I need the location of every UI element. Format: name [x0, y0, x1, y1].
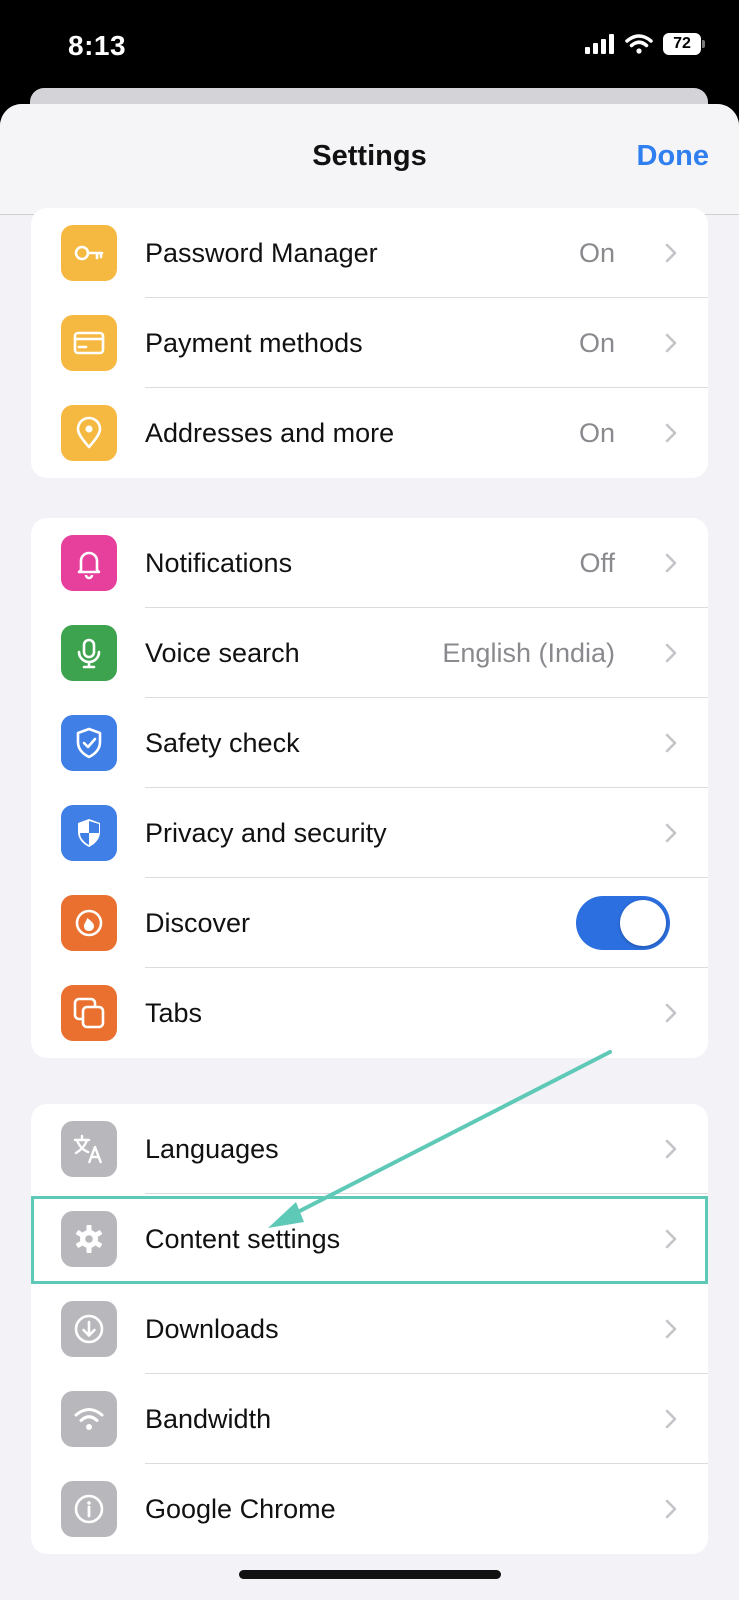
row-label: Downloads — [145, 1313, 279, 1344]
row-label: Password Manager — [145, 237, 378, 268]
shield-half-icon — [61, 805, 117, 861]
chevron-right-icon — [665, 333, 677, 353]
row-content-settings[interactable]: Content settings — [31, 1194, 708, 1284]
chevron-right-icon — [665, 1319, 677, 1339]
microphone-icon — [61, 625, 117, 681]
tabs-icon — [61, 985, 117, 1041]
row-label: Privacy and security — [145, 817, 387, 848]
row-label: Languages — [145, 1133, 279, 1164]
row-value: On — [578, 237, 615, 268]
row-label: Bandwidth — [145, 1403, 272, 1434]
chevron-right-icon — [665, 1409, 677, 1429]
row-value: English (India) — [442, 637, 615, 668]
row-tabs[interactable]: Tabs — [31, 968, 708, 1058]
status-bar: 8:13 72 — [0, 0, 739, 95]
row-label: Notifications — [145, 547, 293, 578]
gear-icon — [61, 1211, 117, 1267]
row-label: Discover — [145, 907, 251, 938]
chevron-right-icon — [665, 553, 677, 573]
chevron-right-icon — [665, 1229, 677, 1249]
nav-bar: Settings Done — [0, 104, 739, 215]
autofill-group: Password Manager On Payment methods On A… — [31, 208, 708, 478]
row-value: On — [578, 327, 615, 358]
chevron-right-icon — [665, 1003, 677, 1023]
row-label: Tabs — [145, 997, 203, 1028]
bell-icon — [61, 535, 117, 591]
row-notifications[interactable]: Notifications Off — [31, 518, 708, 608]
row-bandwidth[interactable]: Bandwidth — [31, 1374, 708, 1464]
translate-icon — [61, 1121, 117, 1177]
wifi-icon — [61, 1391, 117, 1447]
home-indicator — [239, 1570, 501, 1579]
settings-sheet: Settings Done Password Manager On Paymen… — [0, 104, 739, 1600]
cellular-signal-icon — [585, 34, 614, 54]
row-label: Google Chrome — [145, 1493, 336, 1524]
download-icon — [61, 1301, 117, 1357]
status-time: 8:13 — [68, 30, 127, 61]
row-label: Safety check — [145, 727, 300, 758]
chevron-right-icon — [665, 1139, 677, 1159]
row-label: Content settings — [145, 1223, 341, 1254]
toggle-knob — [620, 900, 666, 946]
row-addresses[interactable]: Addresses and more On — [31, 388, 708, 478]
row-password-manager[interactable]: Password Manager On — [31, 208, 708, 298]
row-voice-search[interactable]: Voice search English (India) — [31, 608, 708, 698]
chevron-right-icon — [665, 243, 677, 263]
row-discover: Discover — [31, 878, 708, 968]
chevron-right-icon — [665, 733, 677, 753]
row-google-chrome[interactable]: Google Chrome — [31, 1464, 708, 1554]
location-pin-icon — [61, 405, 117, 461]
status-icons: 72 — [585, 33, 705, 55]
row-downloads[interactable]: Downloads — [31, 1284, 708, 1374]
flame-icon — [61, 895, 117, 951]
row-label: Payment methods — [145, 327, 363, 358]
info-icon — [61, 1481, 117, 1537]
row-languages[interactable]: Languages — [31, 1104, 708, 1194]
row-privacy-security[interactable]: Privacy and security — [31, 788, 708, 878]
page-title: Settings — [312, 140, 427, 172]
general-group: Notifications Off Voice search English (… — [31, 518, 708, 1058]
done-button[interactable]: Done — [637, 140, 710, 173]
row-value: On — [578, 417, 615, 448]
advanced-group: Languages Content settings Downloads Ban… — [31, 1104, 708, 1554]
row-payment-methods[interactable]: Payment methods On — [31, 298, 708, 388]
card-icon — [61, 315, 117, 371]
chevron-right-icon — [665, 1499, 677, 1519]
row-label: Addresses and more — [145, 417, 395, 448]
shield-check-icon — [61, 715, 117, 771]
key-icon — [61, 225, 117, 281]
battery-indicator: 72 — [663, 33, 705, 55]
chevron-right-icon — [665, 423, 677, 443]
discover-toggle[interactable] — [576, 896, 670, 950]
chevron-right-icon — [665, 643, 677, 663]
row-value: Off — [579, 547, 615, 578]
row-safety-check[interactable]: Safety check — [31, 698, 708, 788]
wifi-status-icon — [625, 34, 653, 54]
row-label: Voice search — [145, 637, 300, 668]
chevron-right-icon — [665, 823, 677, 843]
